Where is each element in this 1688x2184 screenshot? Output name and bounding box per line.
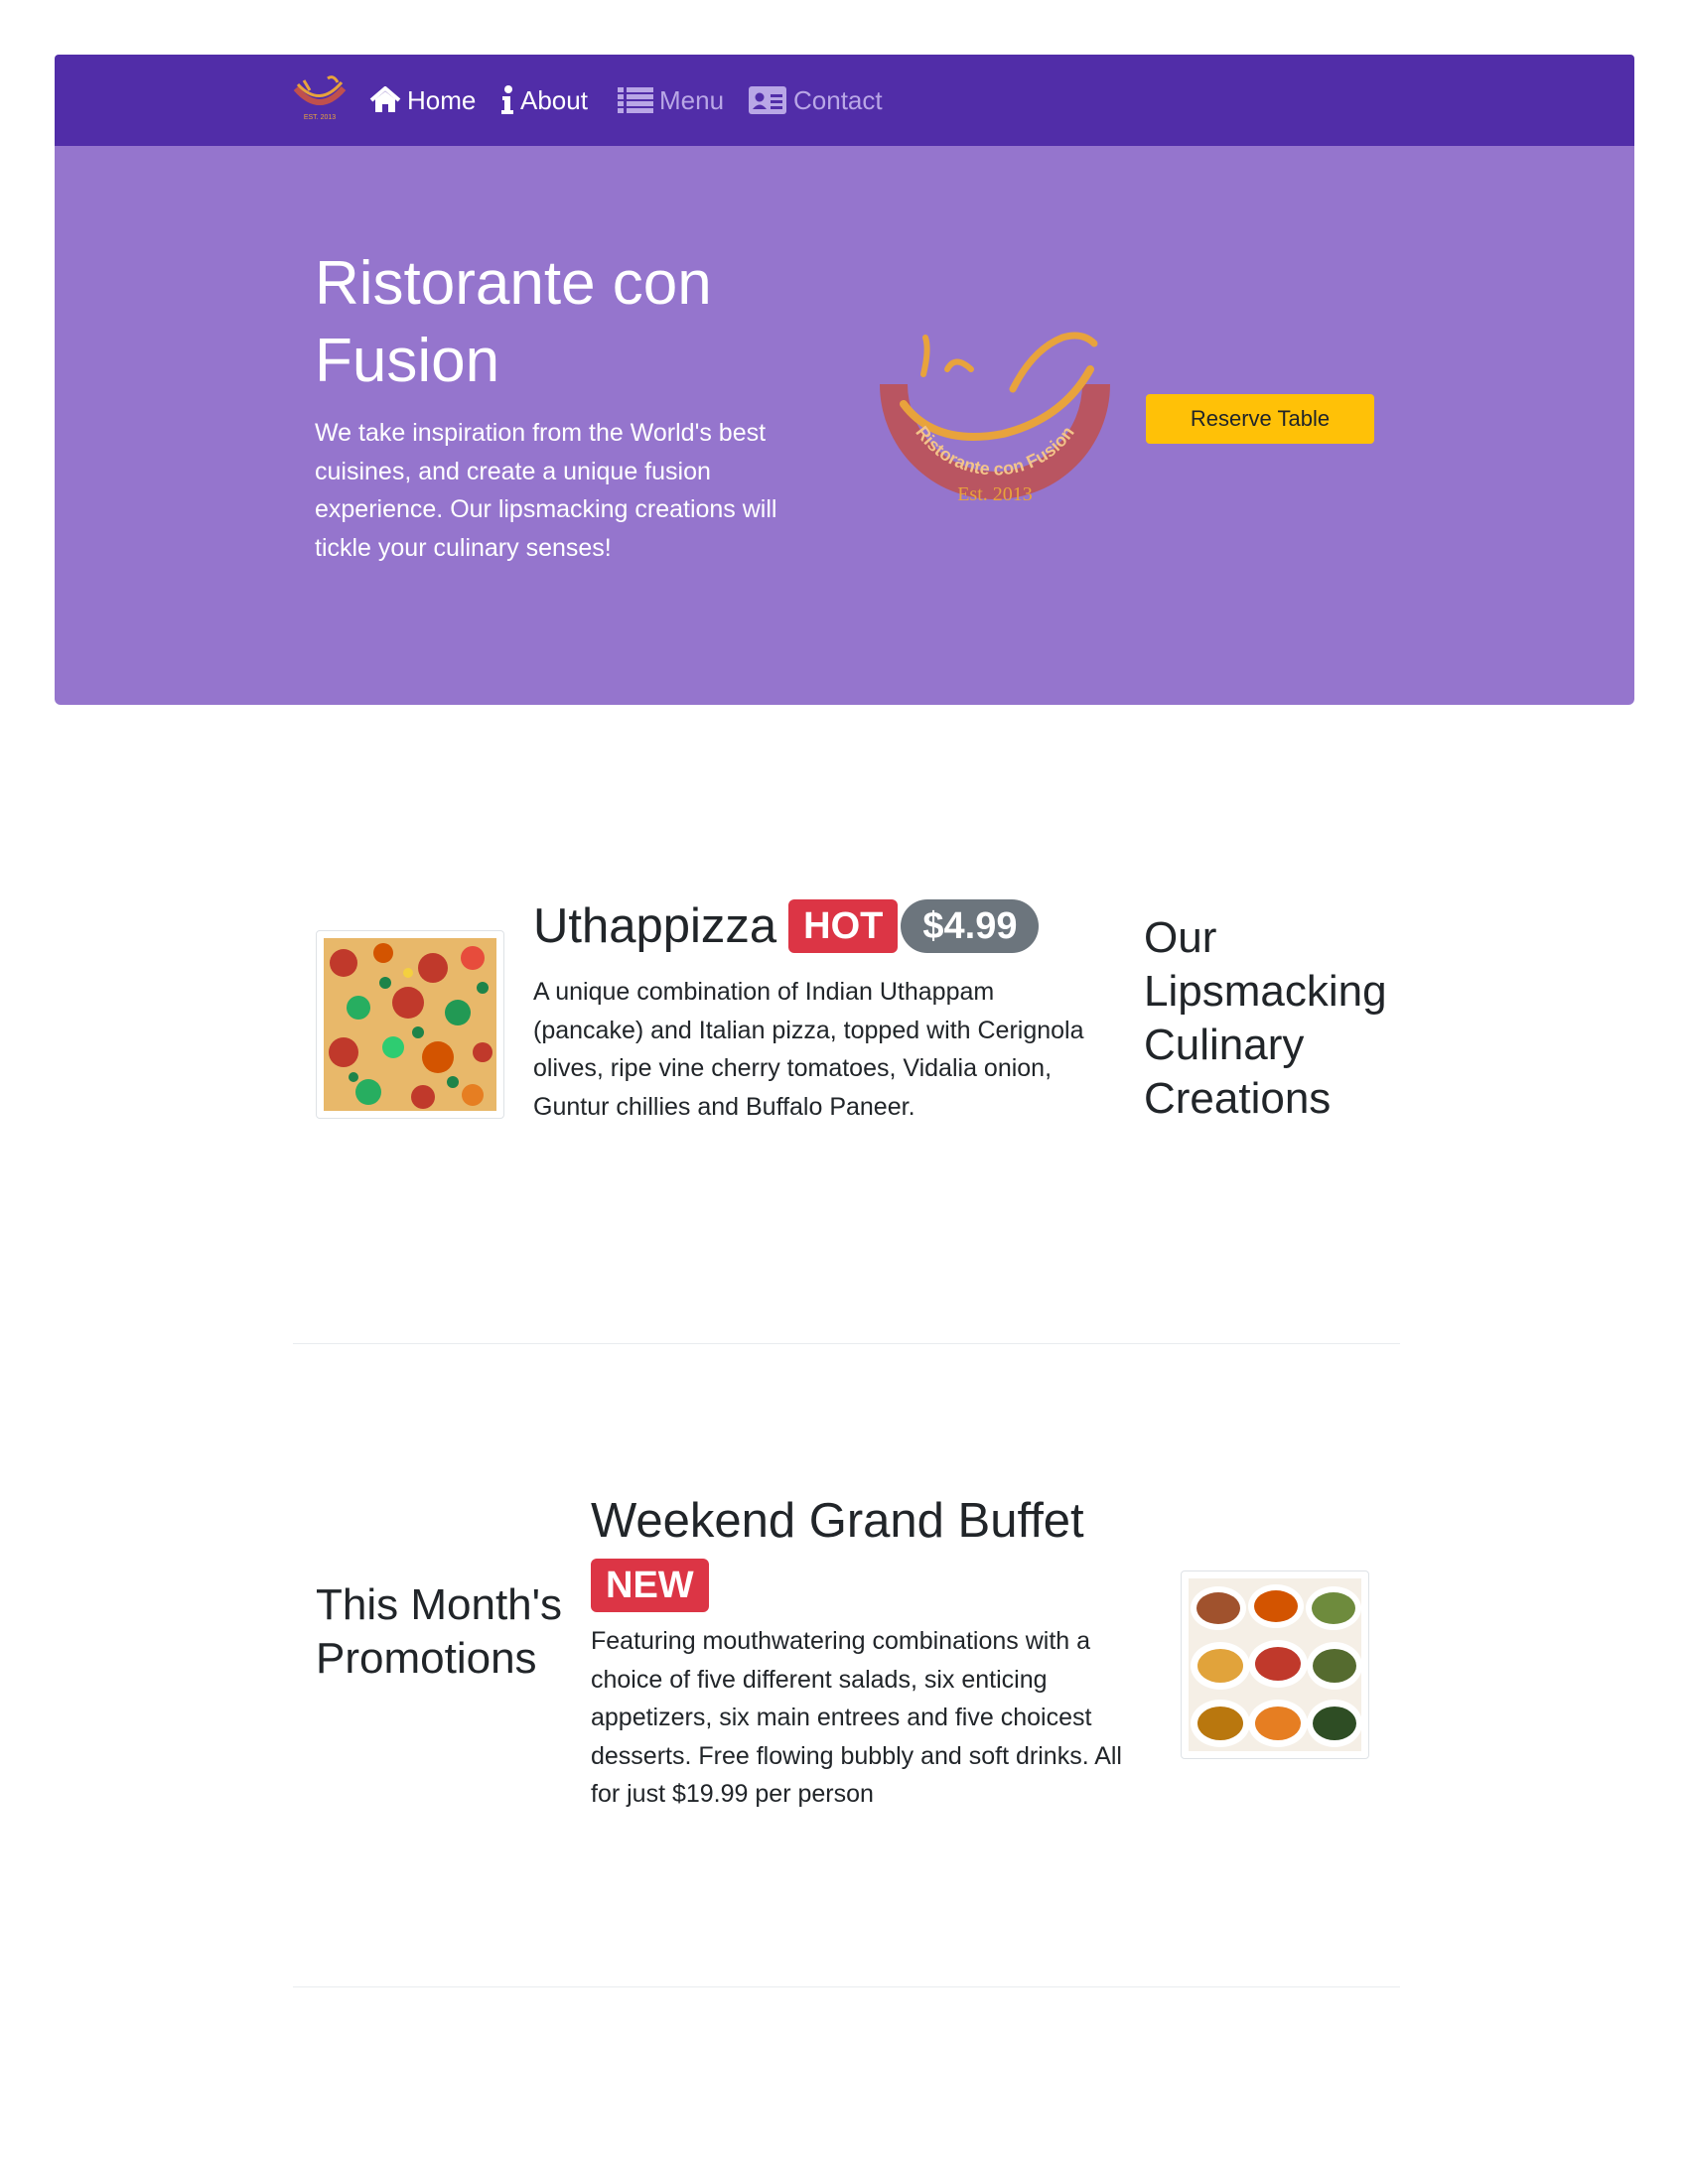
- featured-item-title: Uthappizza HOT $4.99: [533, 896, 1040, 956]
- address-card-icon: [748, 85, 787, 115]
- promotion-description: Featuring mouthwatering combinations wit…: [591, 1627, 1122, 1808]
- hero-description: We take inspiration from the World's bes…: [315, 419, 777, 562]
- hero-logo: Ristorante con Fusion Est. 2013: [864, 330, 1132, 508]
- restaurant-logo-icon[interactable]: EST. 2013: [290, 72, 350, 122]
- info-icon: [500, 85, 514, 115]
- list-icon: [618, 86, 653, 114]
- featured-item-description: A unique combination of Indian Uthappam …: [533, 978, 1084, 1121]
- nav-about-label: About: [520, 84, 588, 115]
- nav-contact-label: Contact: [793, 84, 883, 115]
- price-badge: $4.99: [901, 899, 1040, 953]
- uthappizza-image: [316, 930, 504, 1119]
- new-badge: NEW: [591, 1559, 709, 1612]
- nav-about[interactable]: About: [500, 82, 588, 118]
- svg-text:EST. 2013: EST. 2013: [304, 114, 336, 121]
- nav-menu[interactable]: Menu: [618, 82, 724, 118]
- logo-est-text: Est. 2013: [957, 483, 1033, 505]
- hot-badge: HOT: [788, 899, 899, 953]
- promotion-title: Weekend Grand Buffet: [591, 1494, 1084, 1548]
- featured-item-name: Uthappizza: [533, 899, 777, 953]
- home-icon: [369, 86, 401, 114]
- section-divider: [293, 1986, 1400, 1987]
- featured-side-heading: Our Lipsmacking Culinary Creations: [1144, 913, 1387, 1123]
- nav-contact[interactable]: Contact: [748, 82, 883, 118]
- navbar: EST. 2013 Home About Menu Contact: [55, 55, 1634, 146]
- nav-menu-label: Menu: [659, 84, 725, 115]
- reserve-table-button[interactable]: Reserve Table: [1146, 394, 1374, 444]
- nav-home[interactable]: Home: [369, 82, 476, 118]
- hero-jumbotron: Ristorante con Fusion We take inspiratio…: [55, 146, 1634, 705]
- nav-home-label: Home: [407, 84, 477, 115]
- section-divider: [293, 1343, 1400, 1344]
- hero-title: Ristorante con Fusion: [315, 249, 712, 395]
- buffet-image: [1181, 1570, 1369, 1759]
- promotion-side-heading: This Month's Promotions: [316, 1580, 563, 1683]
